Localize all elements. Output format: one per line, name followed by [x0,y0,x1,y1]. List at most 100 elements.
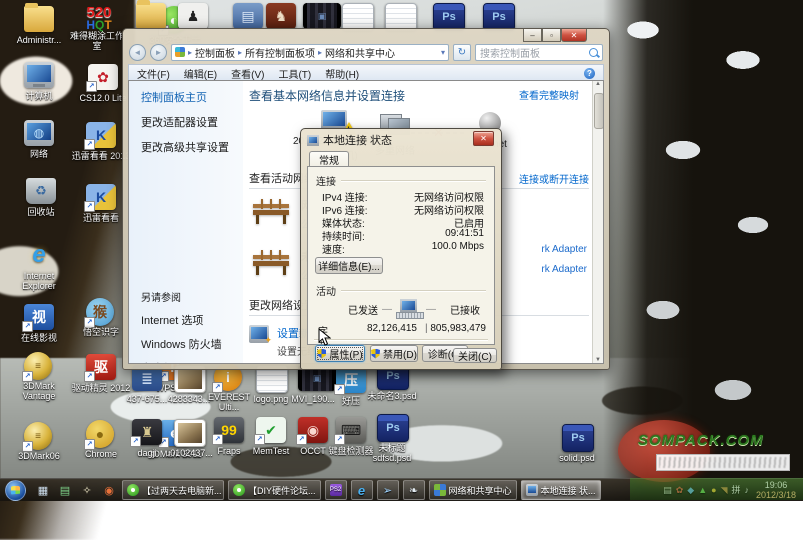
desktop-icon-occt[interactable]: ◉OCCT [298,417,328,443]
sidebar-item-change-sharing-settings[interactable]: 更改高级共享设置 [141,139,243,155]
menu-edit[interactable]: 编辑(E) [184,66,217,81]
taskbar-button-network-sharing-center-task[interactable]: 网络和共享中心 [429,480,517,500]
desktop-icon-3dmark06[interactable]: ≡3DMark06 [24,422,54,450]
sidebar-item-control-panel-home[interactable]: 控制面板主页 [141,89,243,105]
bluearrow-icon: ➢ [382,484,394,496]
breadcrumb[interactable]: ▸ 控制面板 ▸ 所有控制面板项 ▸ 网络和共享中心 ▾ [171,44,449,61]
tray-yellow-icon[interactable]: ● [711,486,716,495]
desktop-icon-photo-file-2[interactable]: u0102437... [174,419,204,447]
desktop-icon-internet-explorer[interactable]: eInternet Explorer [24,242,54,268]
details-button[interactable]: 详细信息(E)... [315,257,383,274]
search-box[interactable]: 搜索控制面板 [475,44,603,61]
adapter-link-fragment[interactable]: rk Adapter [541,244,587,255]
desktop-icon-top-photographer[interactable]: ♟ [178,3,208,29]
sidebar-item-windows-firewall[interactable]: Windows 防火墙 [141,336,222,352]
desktop-icon-top-chess-horse[interactable]: ♞ [266,3,296,29]
desktop-icon-online-video[interactable]: 视在线影视 [24,304,54,330]
desktop-icon-psd-solid[interactable]: Pssolid.psd [562,424,592,452]
menu-tools[interactable]: 工具(T) [278,66,311,81]
lan-icon [526,484,538,496]
administrator-folder-icon [24,6,54,32]
tray-blue-icon[interactable]: ◆ [687,486,694,495]
menu-file[interactable]: 文件(F) [137,66,170,81]
minimize-button[interactable]: – [523,29,542,42]
taskbar-button-forum-post-2[interactable]: 【DIY硬件论坛... [228,480,321,500]
desktop-icon-3dmark-vantage[interactable]: ≡3DMark Vantage [24,352,54,380]
sidebar-item-internet-options[interactable]: Internet 选项 [141,312,222,328]
maximize-button[interactable]: ▫ [542,29,561,42]
close-button[interactable]: ✕ [561,29,587,42]
desktop-icon-recycle-bin[interactable]: ♻回收站 [26,178,56,204]
desktop-icon-top-doc-1[interactable] [342,3,372,31]
desktop-icon-top-folder[interactable] [136,3,166,29]
tray-screenshot-icon[interactable]: ▤ [663,486,672,495]
desktop-icon-monkey-app[interactable]: 猴悟空识字 [86,298,116,326]
vertical-scrollbar[interactable]: ▲ ▼ [592,81,603,363]
desktop-icon-top-psd-2[interactable]: Ps [483,3,513,31]
desktop-icon-memtest[interactable]: ✔MemTest [256,417,286,443]
help-icon[interactable]: ? [584,68,595,79]
breadcrumb-dropdown-icon[interactable]: ▾ [441,48,445,57]
dialog-close-action-button[interactable]: 关闭(C) [453,348,497,363]
adapter-link-fragment[interactable]: rk Adapter [541,264,587,275]
menu-help[interactable]: 帮助(H) [325,66,359,81]
desktop-icon-520-hqt-art[interactable]: 520HQT难得糊涂工作室 [82,2,112,36]
taskbar-button-ps-app[interactable]: PS2 [325,480,347,500]
desktop-icon-haozip[interactable]: 压好压 [336,367,366,393]
taskbar-button-local-connection-status-task[interactable]: 本地连接 状... [521,480,601,500]
taskbar-button-internet-explorer-task[interactable]: e [351,480,373,500]
tray-volume-icon[interactable]: ♪ [745,486,750,495]
scroll-up-icon[interactable]: ▲ [595,81,601,87]
tray-up-arrow-icon[interactable]: ▲ [698,486,707,495]
breadcrumb-segment[interactable]: 所有控制面板项 [245,45,315,60]
desktop-icon-screenshot-tool[interactable]: ✿CS12.0 Lite [88,64,118,90]
scrollbar-thumb[interactable] [594,93,604,129]
tray-brown-icon[interactable]: ◥ [721,486,728,495]
sidebar-item-homegroup[interactable]: 家庭组 [141,360,222,364]
desktop-icon-computer[interactable]: 计算机 [24,62,54,88]
desktop-icon-administrator-folder[interactable]: Administr... [24,6,54,32]
forward-button[interactable]: ► [150,44,167,61]
desktop-icon-top-archive[interactable]: ▤ [233,3,263,29]
desktop-icon-network[interactable]: ◍网络 [24,120,54,146]
taskbar-clock[interactable]: 19:06 2012/3/18 [753,480,803,500]
menu-view[interactable]: 查看(V) [231,66,264,81]
dialog-close-button[interactable]: ✕ [473,131,494,146]
taskbar-light-tool[interactable]: ✧ [78,481,96,499]
desktop-icon-dagji[interactable]: ♜dagji [132,419,162,445]
desktop-icon-fraps[interactable]: 99Fraps [214,417,244,443]
disable-button[interactable]: 禁用(D) [370,345,418,362]
back-button[interactable]: ◄ [129,44,146,61]
taskbar-network-card-tool[interactable]: ▤ [56,481,74,499]
taskbar-button-dove-app[interactable]: ❧ [403,480,425,500]
desktop-icon-driver-genius[interactable]: 驱驱动精灵 2012 [86,354,116,380]
breadcrumb-segment[interactable]: 网络和共享中心 [325,45,395,60]
activity-group-header: 活动 [316,283,486,298]
breadcrumb-segment[interactable]: 控制面板 [195,45,235,60]
desktop-icon-media-app-2[interactable]: K迅雷看看 [86,184,116,210]
tab-general[interactable]: 常规 [309,151,349,167]
desktop-icon-top-video-file[interactable]: ▣ [303,3,333,29]
tray-ime-icon[interactable]: 拼 [731,486,740,495]
desktop-icon-keyboard-tester[interactable]: ⌨键盘检测器 [336,417,366,443]
connection-group-header: 连接 [316,173,486,188]
taskbar-button-arrow-app[interactable]: ➢ [377,480,399,500]
desktop-icon-yellow-app[interactable]: ●Chrome [86,420,116,448]
start-button[interactable] [5,480,26,501]
desktop-icon-top-psd-1[interactable]: Ps [433,3,463,31]
properties-button[interactable]: 属性(P) [315,345,365,362]
connect-disconnect-link[interactable]: 连接或断开连接 [519,171,589,186]
refresh-button[interactable]: ↻ [453,44,471,61]
desktop-icon-media-app-1[interactable]: K迅雷看看 2013 [86,122,116,148]
taskbar-show-desktop-tool[interactable]: ▦ [34,481,52,499]
taskbar-info-tool[interactable]: ◉ [100,481,118,499]
tray-red-icon[interactable]: ✿ [676,486,684,495]
see-full-map-link[interactable]: 查看完整映射 [519,87,579,102]
sidebar-item-change-adapter-settings[interactable]: 更改适配器设置 [141,114,243,130]
driver-genius-icon: 驱 [86,354,116,380]
desktop-icon-psd-sdfsd[interactable]: Ps未标题 sdfsd.psd [377,414,407,442]
dove-icon: ❧ [408,484,420,496]
scroll-down-icon[interactable]: ▼ [595,357,601,363]
taskbar-button-forum-post-1[interactable]: 【过两天去电脑新... [122,480,224,500]
desktop-icon-top-doc-2[interactable] [385,3,415,31]
